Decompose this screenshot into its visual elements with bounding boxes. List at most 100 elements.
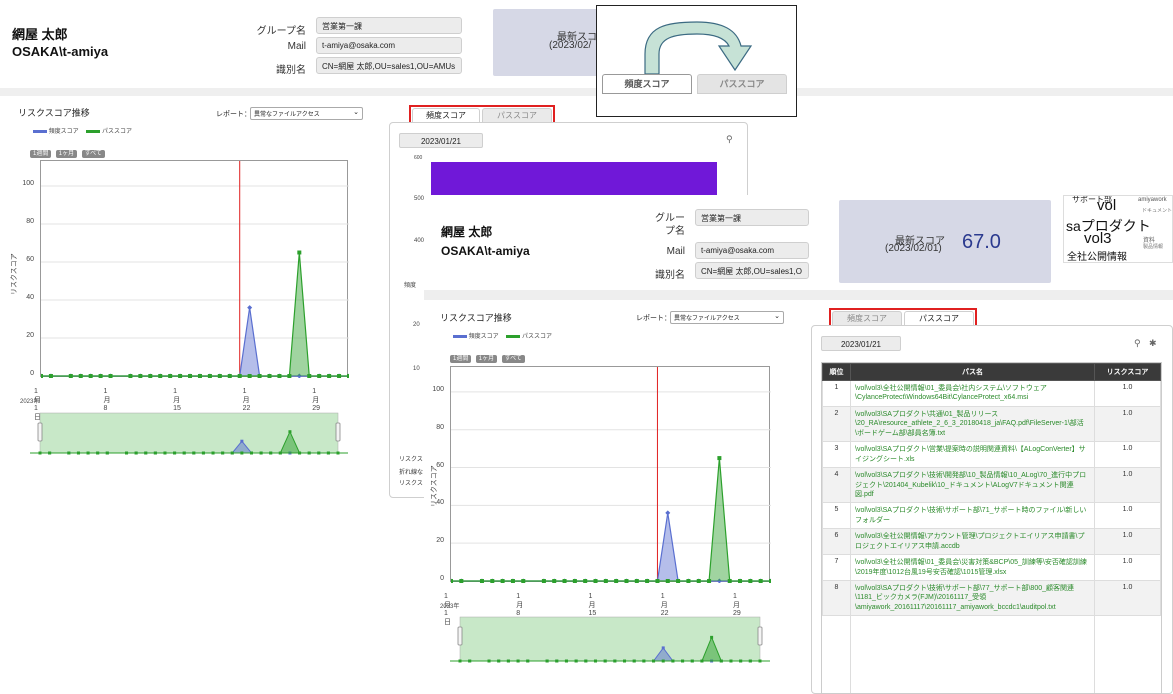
data-point[interactable] [88, 374, 93, 378]
data-point[interactable] [634, 579, 639, 583]
data-point[interactable] [128, 374, 133, 378]
data-point[interactable] [717, 456, 722, 461]
range-all-button[interactable]: すべて [501, 355, 525, 363]
report-select-left[interactable]: 異常なファイルアクセス ⌄ [250, 107, 363, 120]
data-point[interactable] [769, 579, 771, 583]
data-point[interactable] [98, 374, 103, 378]
cell-path: \vol\vol3\SAプロダクト\技術\サポート部\77_サポート部\800_… [850, 579, 1095, 617]
data-point[interactable] [614, 579, 619, 583]
data-point[interactable] [257, 374, 262, 378]
search-icon-right[interactable]: ⚲ [1134, 338, 1141, 349]
navigator-front[interactable] [450, 615, 770, 665]
data-point[interactable] [158, 374, 163, 378]
data-point[interactable] [267, 374, 272, 378]
table-row[interactable]: 7 \vol\vol3\全社公開情報\01_委員会\災害対策&BCP\05_訓練等… [822, 554, 1161, 581]
data-point[interactable] [696, 579, 701, 583]
data-point[interactable] [451, 579, 453, 583]
table-row[interactable]: 6 \vol\vol3\全社公開情報\アカウント管理\プロジェクトエイリアス申請書… [822, 528, 1161, 556]
data-point[interactable] [707, 579, 712, 583]
data-point[interactable] [188, 374, 193, 378]
data-point[interactable] [41, 374, 43, 378]
data-point[interactable] [758, 579, 763, 583]
data-point[interactable] [217, 374, 222, 378]
data-point[interactable] [237, 374, 242, 378]
mail-field: t-amiya@osaka.com [316, 37, 462, 54]
data-point[interactable] [593, 579, 598, 583]
data-point[interactable] [247, 305, 253, 311]
tab-frequency-right[interactable]: 頻度スコア [832, 311, 902, 326]
table-row[interactable]: 8 \vol\vol3\SAプロダクト\技術\サポート部\77_サポート部\800… [822, 579, 1161, 617]
data-point[interactable] [583, 579, 588, 583]
data-point[interactable] [297, 250, 302, 255]
report-select-front[interactable]: 異常なファイルアクセス ⌄ [670, 311, 784, 324]
data-point[interactable] [178, 374, 183, 378]
data-point[interactable] [655, 579, 660, 583]
data-point[interactable] [521, 579, 526, 583]
data-point[interactable] [500, 579, 505, 583]
data-point[interactable] [624, 579, 629, 583]
data-point[interactable] [317, 374, 322, 378]
navigator-left[interactable] [30, 411, 348, 457]
data-point[interactable] [78, 374, 83, 378]
data-point[interactable] [676, 579, 681, 583]
data-point[interactable] [459, 579, 464, 583]
data-point[interactable] [603, 579, 608, 583]
table-row[interactable]: 1 \vol\vol3\全社公開情報\01_委員会\社内システム\ソフトウェア\C… [822, 380, 1161, 407]
data-point[interactable] [287, 374, 292, 378]
range-week-button[interactable]: 1週間 [450, 355, 472, 363]
y-tick-label: 0 [30, 370, 34, 377]
table-row[interactable]: 4 \vol\vol3\SAプロダクト\技術\開発部\10_製品情報\10_ALo… [822, 467, 1161, 504]
gear-icon[interactable]: ✱ [1149, 338, 1157, 349]
tab-path-right[interactable]: パススコア [904, 311, 974, 326]
data-point[interactable] [748, 579, 753, 583]
data-point[interactable] [510, 579, 515, 583]
data-point[interactable] [247, 374, 252, 378]
data-point[interactable] [645, 579, 650, 583]
navigator-handle-right[interactable] [757, 626, 763, 646]
data-point[interactable] [207, 374, 212, 378]
range-all-button[interactable]: すべて [81, 150, 105, 158]
range-month-button[interactable]: 1ヶ月 [55, 150, 78, 158]
data-point[interactable] [552, 579, 557, 583]
table-row[interactable]: 5 \vol\vol3\SAプロダクト\技術\サポート部\71_サポート時のファイ… [822, 502, 1161, 530]
data-point[interactable] [138, 374, 143, 378]
data-point[interactable] [479, 579, 484, 583]
tab-path-mid[interactable]: パススコア [482, 108, 552, 123]
callout-tab-frequency: 頻度スコア [602, 74, 692, 94]
data-point[interactable] [168, 374, 173, 378]
cell-score: 1.0 [1094, 502, 1161, 530]
data-point[interactable] [148, 374, 153, 378]
data-point[interactable] [48, 374, 53, 378]
navigator-handle-left[interactable] [457, 626, 463, 646]
dn-field: CN=網屋 太郎,OU=sales1,OU=AMUs [316, 57, 462, 74]
data-point[interactable] [572, 579, 577, 583]
data-point[interactable] [327, 374, 332, 378]
data-point[interactable] [277, 374, 282, 378]
range-buttons-front: 1週間 1ヶ月 すべて [450, 347, 525, 365]
table-row[interactable]: 3 \vol\vol3\SAプロダクト\営業\提案時の説明関連資料\【ALogCo… [822, 441, 1161, 469]
data-point[interactable] [541, 579, 546, 583]
data-point[interactable] [686, 579, 691, 583]
data-point[interactable] [108, 374, 113, 378]
data-point[interactable] [727, 579, 732, 583]
data-point[interactable] [562, 579, 567, 583]
data-point[interactable] [347, 374, 349, 378]
cell-rank: 3 [822, 441, 851, 469]
latest-score-date-back: (2023/02/ [549, 40, 592, 51]
search-icon-mid[interactable]: ⚲ [726, 134, 733, 145]
data-point[interactable] [337, 374, 342, 378]
navigator-handle-left[interactable] [37, 422, 43, 442]
data-point[interactable] [665, 510, 671, 516]
range-week-button[interactable]: 1週間 [30, 150, 52, 158]
data-point[interactable] [490, 579, 495, 583]
data-point[interactable] [307, 374, 312, 378]
data-point[interactable] [197, 374, 202, 378]
data-point[interactable] [738, 579, 743, 583]
range-month-button[interactable]: 1ヶ月 [475, 355, 498, 363]
data-point[interactable] [68, 374, 73, 378]
navigator-handle-right[interactable] [335, 422, 341, 442]
data-point[interactable] [227, 374, 232, 378]
data-point[interactable] [665, 579, 670, 583]
tab-frequency-mid[interactable]: 頻度スコア [412, 108, 480, 123]
table-row[interactable]: 2 \vol\vol3\SAプロダクト\共通\01_製品リリース\20_RA\re… [822, 405, 1161, 443]
